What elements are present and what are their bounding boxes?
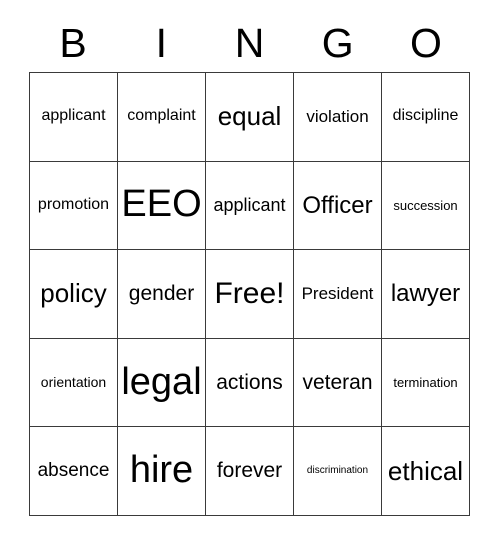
bingo-free-space-label: Free! <box>214 277 285 311</box>
bingo-cell-label: applicant <box>41 107 106 125</box>
bingo-cell-r2c3[interactable]: applicant <box>206 161 294 251</box>
bingo-cell-r2c2[interactable]: EEO <box>118 161 206 251</box>
bingo-cell-r3c1[interactable]: policy <box>30 250 118 339</box>
bingo-cell-r1c3[interactable]: equal <box>206 73 294 162</box>
bingo-cell-r5c4[interactable]: discrimination <box>294 427 382 516</box>
bingo-header-row: B I N G O <box>29 14 470 72</box>
bingo-cell-r5c1[interactable]: absence <box>30 427 118 516</box>
bingo-cell-r4c3[interactable]: actions <box>206 338 294 428</box>
bingo-cell-r1c1[interactable]: applicant <box>30 73 118 162</box>
bingo-cell-r4c5[interactable]: termination <box>382 338 470 428</box>
bingo-cell-label: promotion <box>37 195 110 213</box>
bingo-cell-label: President <box>301 284 374 304</box>
bingo-cell-r4c1[interactable]: orientation <box>30 338 118 428</box>
bingo-header-letter-i: I <box>155 19 167 66</box>
bingo-cell-label: applicant <box>213 194 286 215</box>
bingo-cell-label: lawyer <box>390 280 461 308</box>
bingo-cell-label: EEO <box>121 183 202 226</box>
bingo-cell-label: termination <box>393 374 458 390</box>
bingo-cell-label: equal <box>217 101 282 132</box>
bingo-cell-r2c1[interactable]: promotion <box>30 161 118 251</box>
bingo-cell-label: violation <box>306 106 369 126</box>
bingo-cell-label: succession <box>393 197 458 213</box>
bingo-cell-label: gender <box>128 281 195 305</box>
bingo-cell-r3c5[interactable]: lawyer <box>382 250 470 339</box>
bingo-cell-r5c5[interactable]: ethical <box>382 427 470 516</box>
bingo-cell-r1c5[interactable]: discipline <box>382 73 470 162</box>
bingo-cell-label: ethical <box>387 455 464 486</box>
bingo-cell-label: Officer <box>302 191 373 219</box>
bingo-cell-r5c3[interactable]: forever <box>206 427 294 516</box>
bingo-cell-label: policy <box>40 278 107 309</box>
bingo-cell-label: actions <box>216 370 283 394</box>
bingo-cell-r1c4[interactable]: violation <box>294 73 382 162</box>
bingo-cell-label: orientation <box>40 374 107 391</box>
bingo-cell-r5c2[interactable]: hire <box>118 427 206 516</box>
bingo-cell-r4c4[interactable]: veteran <box>294 338 382 428</box>
bingo-cell-label: complaint <box>127 107 196 125</box>
bingo-cell-label: legal <box>121 360 202 403</box>
bingo-cell-label: discipline <box>392 107 459 125</box>
bingo-header-letter-o: O <box>409 19 442 66</box>
bingo-cell-r2c4[interactable]: Officer <box>294 161 382 251</box>
bingo-cell-r1c2[interactable]: complaint <box>118 73 206 162</box>
bingo-header-letter-g: G <box>321 19 354 66</box>
bingo-cell-r2c5[interactable]: succession <box>382 161 470 251</box>
bingo-card: B I N G O applicant complaint equal viol… <box>0 0 500 544</box>
bingo-cell-free-space[interactable]: Free! <box>206 250 294 339</box>
bingo-header-letter-n: N <box>234 19 265 66</box>
bingo-cell-label: forever <box>216 459 283 483</box>
bingo-grid: applicant complaint equal violation disc… <box>29 72 470 516</box>
bingo-cell-r4c2[interactable]: legal <box>118 338 206 428</box>
bingo-cell-label: absence <box>37 460 110 482</box>
bingo-cell-r3c2[interactable]: gender <box>118 250 206 339</box>
bingo-cell-label: veteran <box>302 370 373 394</box>
bingo-cell-label: hire <box>129 449 194 492</box>
bingo-cell-r3c4[interactable]: President <box>294 250 382 339</box>
bingo-cell-label: discrimination <box>306 464 369 476</box>
bingo-header-letter-b: B <box>59 19 87 66</box>
